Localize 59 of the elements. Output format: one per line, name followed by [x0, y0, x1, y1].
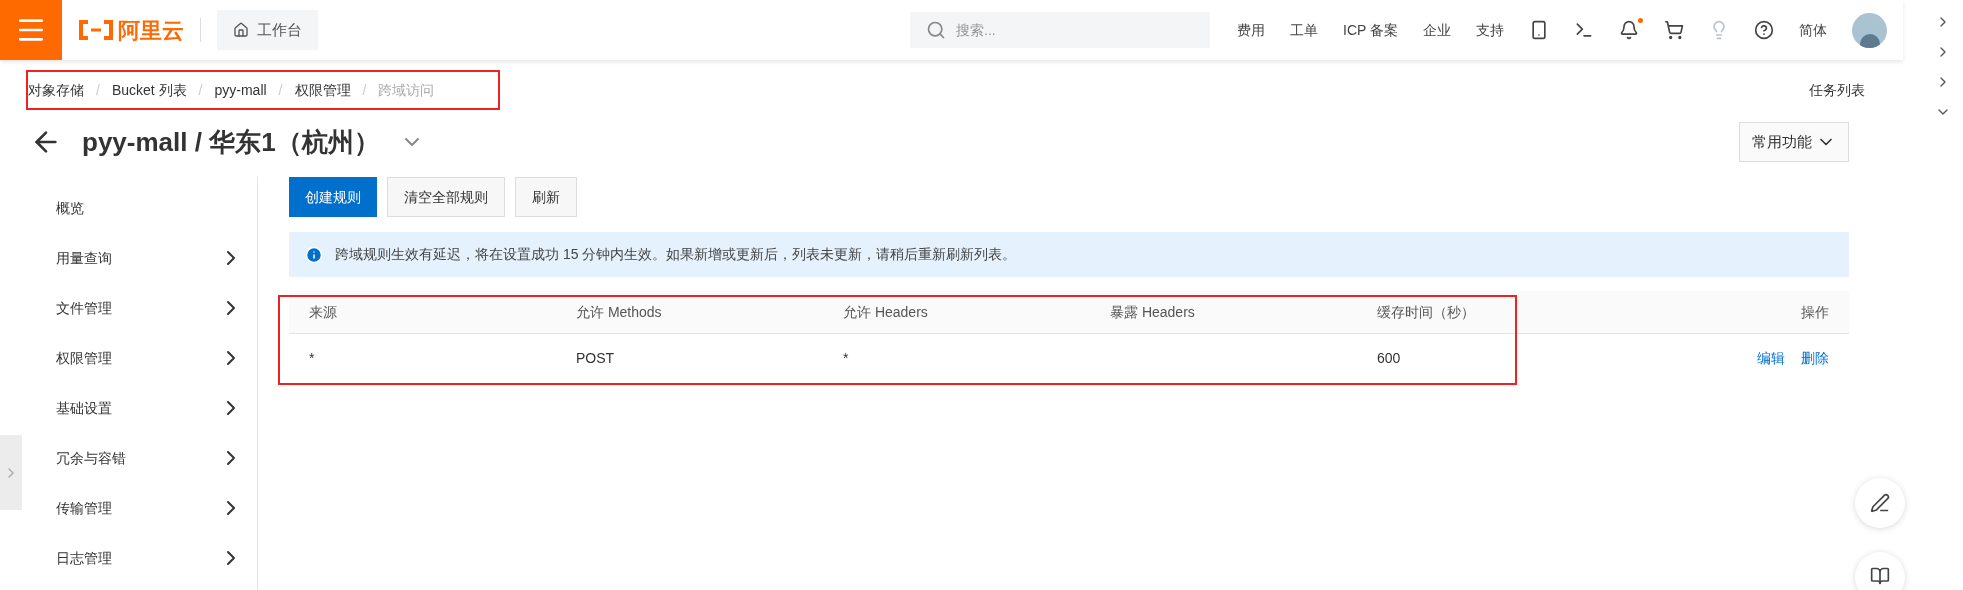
row-action-link[interactable]: 编辑 [1757, 347, 1785, 369]
nav-link[interactable]: 工单 [1290, 19, 1318, 41]
action-button[interactable]: 创建规则 [289, 177, 377, 217]
language-link[interactable]: 简体 [1799, 19, 1827, 41]
table-cell: 600 [1377, 349, 1401, 366]
breadcrumb-item[interactable]: pyy-mall [214, 79, 267, 101]
sidebar-item[interactable]: 日志管理 [56, 533, 243, 583]
breadcrumb-item[interactable]: Bucket 列表 [111, 79, 187, 101]
sidebar-item[interactable]: 文件管理 [56, 283, 243, 333]
book-icon [1870, 566, 1890, 586]
column-header: 允许 Headers [843, 303, 928, 320]
column-header: 暴露 Headers [1110, 303, 1195, 320]
breadcrumb-separator: / [362, 80, 367, 100]
nav-link[interactable]: ICP 备案 [1343, 19, 1398, 41]
page-title: pyy-mall / 华东1（杭州） [82, 125, 380, 159]
workbench-button[interactable]: 工作台 [217, 10, 318, 50]
sidebar-item[interactable]: 基础设置 [56, 383, 243, 433]
search-field[interactable]: 搜索... [910, 12, 1210, 48]
column-header: 操作 [1801, 303, 1829, 320]
table-cell: * [843, 349, 849, 366]
pencil-icon [1870, 493, 1890, 513]
column-header: 来源 [309, 303, 337, 320]
help-icon[interactable] [1754, 20, 1774, 40]
breadcrumb-item[interactable]: 权限管理 [294, 79, 351, 101]
task-list-link[interactable]: 任务列表 [1809, 80, 1865, 101]
breadcrumb-item[interactable]: 对象存储 [28, 79, 84, 101]
common-functions-button[interactable]: 常用功能 [1739, 122, 1849, 162]
app-icon[interactable] [1529, 20, 1549, 40]
edit-float-button[interactable] [1855, 478, 1905, 528]
sidebar-item[interactable]: 权限管理 [56, 333, 243, 383]
nav-link[interactable]: 支持 [1476, 19, 1504, 41]
breadcrumb-separator: / [198, 80, 203, 100]
column-header: 缓存时间（秒） [1377, 303, 1475, 320]
terminal-icon[interactable] [1574, 20, 1594, 40]
action-button[interactable]: 刷新 [515, 177, 577, 217]
sidebar-item[interactable]: 概览 [56, 183, 243, 233]
table-cell: POST [576, 349, 615, 366]
sidebar-item[interactable]: 冗余与容错 [56, 433, 243, 483]
column-header: 允许 Methods [576, 303, 662, 320]
search-icon [926, 20, 946, 40]
home-icon [233, 22, 249, 38]
breadcrumb-separator: / [278, 80, 283, 100]
action-button[interactable]: 清空全部规则 [387, 177, 505, 217]
notice-text: 跨域规则生效有延迟，将在设置成功 15 分钟内生效。如果新增或更新后，列表未更新，请稍后重新刷新列表。 [335, 245, 1017, 264]
menu-button[interactable] [0, 0, 62, 60]
nav-link[interactable]: 企业 [1423, 19, 1451, 41]
bell-icon[interactable] [1619, 20, 1639, 40]
sidebar-item[interactable]: 用量查询 [56, 233, 243, 283]
info-icon [305, 245, 323, 264]
row-action-link[interactable]: 删除 [1801, 347, 1829, 369]
logo-text: 阿里云 [118, 16, 184, 45]
breadcrumb-separator: / [96, 80, 100, 100]
avatar[interactable] [1852, 12, 1887, 48]
nav-link[interactable]: 费用 [1237, 19, 1265, 41]
table-cell: * [309, 349, 315, 366]
cart-icon[interactable] [1664, 20, 1684, 40]
docs-float-button[interactable] [1855, 552, 1905, 590]
sidebar-item[interactable]: 传输管理 [56, 483, 243, 533]
logo-icon [78, 20, 114, 40]
